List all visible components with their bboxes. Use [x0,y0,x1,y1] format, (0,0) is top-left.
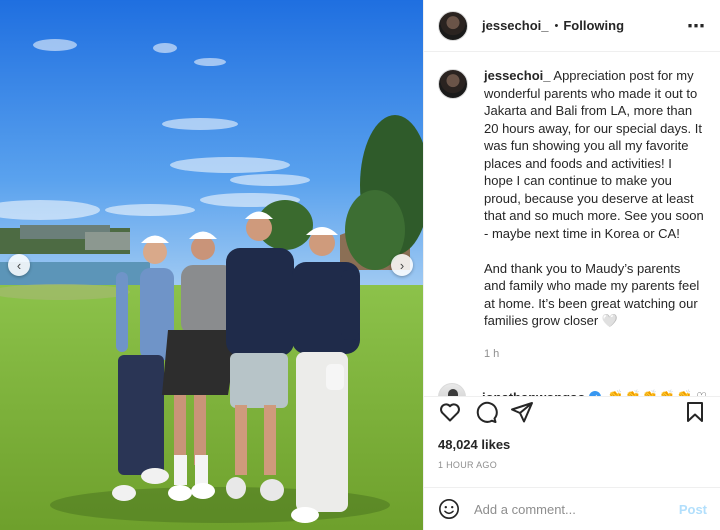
caption-username[interactable]: jessechoi_ [484,68,551,83]
following-button[interactable]: Following [563,18,624,33]
golf-course-photo [0,0,423,530]
post-timestamp[interactable]: 1 HOUR AGO [438,460,707,470]
comment-item: jonathanwongso ✓ 👏👏👏👏👏 ♡ [424,383,720,396]
comment-composer: Post [424,487,720,530]
separator-dot: • [554,19,559,32]
post-header: jessechoi_ • Following ⋯ [424,0,720,52]
post-comment-button[interactable]: Post [679,502,707,517]
commenter-avatar[interactable] [438,383,466,396]
bookmark-icon[interactable] [683,400,707,424]
author-avatar[interactable] [438,10,468,41]
author-username[interactable]: jessechoi_ [482,18,549,33]
share-icon[interactable] [510,400,534,424]
more-options-icon[interactable]: ⋯ [687,17,706,35]
post-side-panel: jessechoi_ • Following ⋯ jessechoi_ Appr… [423,0,720,530]
caption-time[interactable]: 1 h [484,346,704,364]
emoji-icon[interactable] [438,498,460,520]
comment-text: 👏👏👏👏👏 [607,389,693,396]
caption-avatar[interactable] [438,69,468,99]
likes-count[interactable]: 48,024 likes [438,437,707,452]
carousel-next-button[interactable]: › [391,254,413,276]
comment-icon[interactable] [474,400,498,424]
post-actions: 48,024 likes 1 HOUR AGO [424,396,720,470]
comments-section[interactable]: jessechoi_ Appreciation post for my wond… [424,53,720,396]
add-comment-input[interactable] [474,501,664,517]
caption-text: Appreciation post for my wonderful paren… [484,68,704,328]
carousel-prev-button[interactable]: ‹ [8,254,30,276]
heart-icon[interactable] [438,400,462,424]
post-photo[interactable]: ‹ › [0,0,423,530]
post-caption: jessechoi_ Appreciation post for my wond… [424,53,720,363]
